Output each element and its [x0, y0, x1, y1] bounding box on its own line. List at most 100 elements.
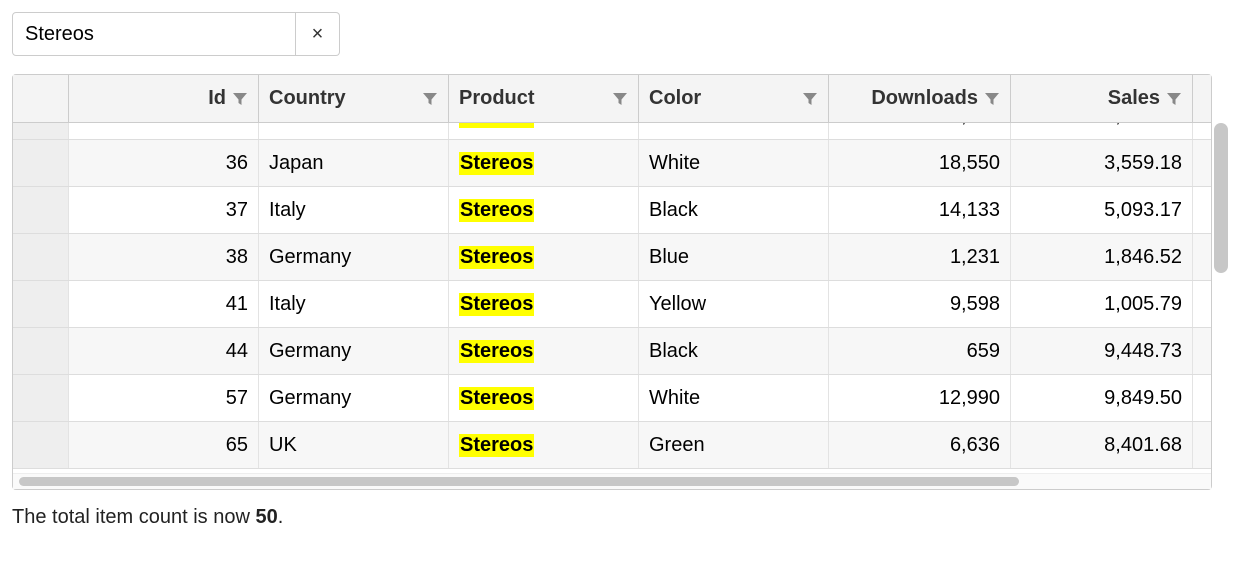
- cell-color[interactable]: White: [639, 123, 829, 139]
- row-header-cell[interactable]: [13, 375, 69, 421]
- row-header-cell[interactable]: [13, 140, 69, 186]
- cell-product[interactable]: Stereos: [449, 328, 639, 374]
- cell-country[interactable]: Germany: [259, 375, 449, 421]
- cell-downloads[interactable]: 12,990: [829, 375, 1011, 421]
- row-header-cell[interactable]: [13, 422, 69, 468]
- cell-sales[interactable]: 9,448.73: [1011, 328, 1193, 374]
- cell-color[interactable]: White: [639, 375, 829, 421]
- footer-prefix: The total item count is now: [12, 506, 255, 528]
- column-header-sales[interactable]: Sales: [1011, 75, 1193, 122]
- search-input[interactable]: [12, 12, 296, 56]
- column-label: Id: [79, 87, 226, 110]
- row-header-cell[interactable]: [13, 234, 69, 280]
- cell-country[interactable]: UK: [259, 422, 449, 468]
- column-header-product[interactable]: Product: [449, 75, 639, 122]
- cell-tail: [1193, 140, 1211, 186]
- cell-downloads[interactable]: 659: [829, 328, 1011, 374]
- table-row[interactable]: 36Japan Stereos White18,5503,559.18: [13, 140, 1211, 187]
- cell-product[interactable]: Stereos: [449, 234, 639, 280]
- cell-product[interactable]: Stereos: [449, 123, 639, 139]
- filter-icon[interactable]: [422, 91, 438, 107]
- cell-sales[interactable]: 8,401.68: [1011, 422, 1193, 468]
- footer-suffix: .: [278, 506, 284, 528]
- cell-sales[interactable]: 1,846.52: [1011, 234, 1193, 280]
- horizontal-scrollbar-track[interactable]: [13, 473, 1211, 489]
- cell-downloads[interactable]: 6,636: [829, 422, 1011, 468]
- cell-tail: [1193, 187, 1211, 233]
- table-row[interactable]: 31GreeceStereosWhite16,8898,284.50: [13, 123, 1211, 140]
- filter-icon[interactable]: [984, 91, 1000, 107]
- column-header-color[interactable]: Color: [639, 75, 829, 122]
- filter-icon[interactable]: [1166, 91, 1182, 107]
- cell-id[interactable]: 65: [69, 422, 259, 468]
- cell-sales[interactable]: 5,093.17: [1011, 187, 1193, 233]
- cell-sales[interactable]: 9,849.50: [1011, 375, 1193, 421]
- column-header-country[interactable]: Country: [259, 75, 449, 122]
- cell-product[interactable]: Stereos: [449, 140, 639, 186]
- filter-icon[interactable]: [802, 91, 818, 107]
- cell-country[interactable]: Germany: [259, 234, 449, 280]
- cell-color[interactable]: Yellow: [639, 281, 829, 327]
- cell-product[interactable]: Stereos: [449, 422, 639, 468]
- cell-color[interactable]: Green: [639, 422, 829, 468]
- cell-sales[interactable]: 1,005.79: [1011, 281, 1193, 327]
- search-highlight: Stereos: [459, 340, 534, 363]
- cell-id[interactable]: 31: [69, 123, 259, 139]
- cell-downloads[interactable]: 16,889: [829, 123, 1011, 139]
- cell-downloads[interactable]: 9,598: [829, 281, 1011, 327]
- cell-color[interactable]: Blue: [639, 234, 829, 280]
- table-row[interactable]: 37ItalyStereosBlack14,1335,093.17: [13, 187, 1211, 234]
- cell-sales[interactable]: 8,284.50: [1011, 123, 1193, 139]
- row-header-cell[interactable]: [13, 328, 69, 374]
- column-header-id[interactable]: Id: [69, 75, 259, 122]
- cell-id[interactable]: 38: [69, 234, 259, 280]
- search-highlight: Stereos: [459, 152, 534, 175]
- row-header-cell[interactable]: [13, 281, 69, 327]
- cell-tail: [1193, 328, 1211, 374]
- cell-country[interactable]: Germany: [259, 328, 449, 374]
- cell-tail: [1193, 281, 1211, 327]
- cell-downloads[interactable]: 1,231: [829, 234, 1011, 280]
- cell-id[interactable]: 36: [69, 140, 259, 186]
- cell-country[interactable]: Italy: [259, 187, 449, 233]
- table-row[interactable]: 65UKStereosGreen6,6368,401.68: [13, 422, 1211, 469]
- filter-icon[interactable]: [232, 91, 248, 107]
- table-row[interactable]: 41ItalyStereosYellow9,5981,005.79: [13, 281, 1211, 328]
- cell-tail: [1193, 422, 1211, 468]
- clear-search-button[interactable]: ×: [296, 12, 340, 56]
- vertical-scrollbar-thumb[interactable]: [1214, 123, 1228, 273]
- cell-product[interactable]: Stereos: [449, 187, 639, 233]
- row-header-cell[interactable]: [13, 123, 69, 139]
- row-header-cell[interactable]: [13, 187, 69, 233]
- search-highlight: Stereos: [459, 387, 534, 410]
- cell-id[interactable]: 44: [69, 328, 259, 374]
- table-row[interactable]: 44Germany Stereos Black6599,448.73: [13, 328, 1211, 375]
- filter-icon[interactable]: [612, 91, 628, 107]
- cell-sales[interactable]: 3,559.18: [1011, 140, 1193, 186]
- cell-product[interactable]: Stereos: [449, 375, 639, 421]
- column-header-downloads[interactable]: Downloads: [829, 75, 1011, 122]
- cell-country[interactable]: Greece: [259, 123, 449, 139]
- cell-id[interactable]: 57: [69, 375, 259, 421]
- cell-color[interactable]: Black: [639, 187, 829, 233]
- cell-downloads[interactable]: 14,133: [829, 187, 1011, 233]
- cell-country[interactable]: Japan: [259, 140, 449, 186]
- cell-id[interactable]: 37: [69, 187, 259, 233]
- cell-color[interactable]: White: [639, 140, 829, 186]
- horizontal-scrollbar-thumb[interactable]: [19, 477, 1019, 486]
- cell-product[interactable]: Stereos: [449, 281, 639, 327]
- row-header-column: [13, 75, 69, 122]
- footer-count: 50: [255, 506, 277, 528]
- column-label: Product: [459, 87, 606, 110]
- cell-country[interactable]: Italy: [259, 281, 449, 327]
- table-row[interactable]: 38GermanyStereosBlue1,2311,846.52: [13, 234, 1211, 281]
- column-label: Country: [269, 87, 416, 110]
- column-header-tail: [1193, 75, 1213, 122]
- table-row[interactable]: 57Germany Stereos White12,9909,849.50: [13, 375, 1211, 422]
- cell-downloads[interactable]: 18,550: [829, 140, 1011, 186]
- cell-color[interactable]: Black: [639, 328, 829, 374]
- cell-tail: [1193, 234, 1211, 280]
- cell-tail: [1193, 375, 1211, 421]
- grid-body[interactable]: 31GreeceStereosWhite16,8898,284.5036Japa…: [13, 123, 1211, 473]
- cell-id[interactable]: 41: [69, 281, 259, 327]
